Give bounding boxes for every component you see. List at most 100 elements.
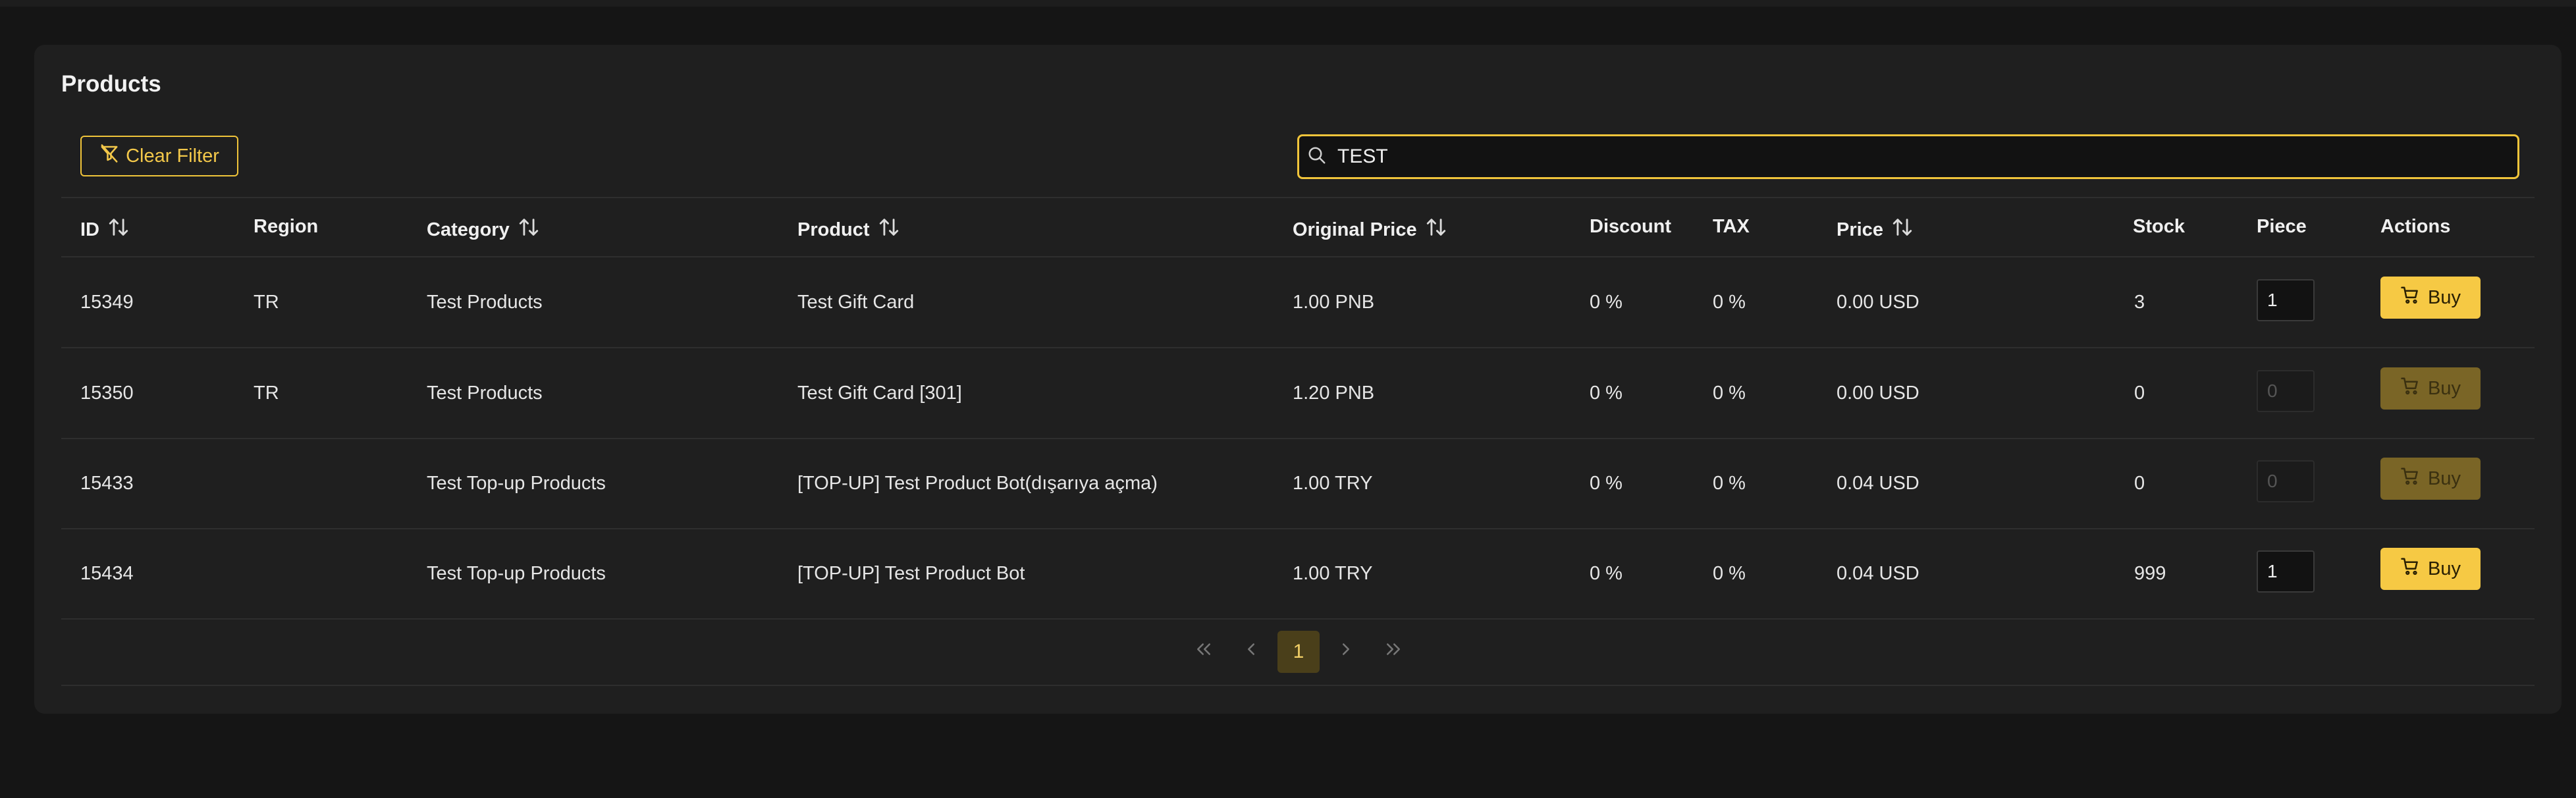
last-page-button[interactable] <box>1372 631 1414 673</box>
cell-stock: 0 <box>2134 383 2145 404</box>
products-panel: Products Clear Filter ID Region Category… <box>34 45 2562 714</box>
divider <box>61 197 2535 198</box>
cell-region: TR <box>254 383 279 404</box>
column-header-label: Category <box>427 219 510 240</box>
column-header-tax: TAX <box>1713 216 1750 238</box>
buy-button: Buy <box>2380 458 2481 500</box>
top-bar <box>0 0 2576 7</box>
cell-original-price: 1.00 TRY <box>1293 563 1373 584</box>
column-header-label: Actions <box>2380 216 2451 237</box>
column-header-actions: Actions <box>2380 216 2450 238</box>
cell-stock: 3 <box>2134 292 2145 313</box>
cell-id: 15433 <box>80 473 134 494</box>
column-header-discount: Discount <box>1590 216 1671 238</box>
cell-original-price: 1.00 PNB <box>1293 292 1375 313</box>
buy-button-label: Buy <box>2428 286 2461 308</box>
sort-arrows-icon[interactable] <box>107 216 130 244</box>
search-box[interactable] <box>1297 134 2519 179</box>
cell-id: 15349 <box>80 292 134 313</box>
double-chevron-right-icon <box>1383 639 1403 664</box>
cell-category: Test Products <box>427 383 543 404</box>
cell-region: TR <box>254 292 279 313</box>
cell-tax: 0 % <box>1713 383 1746 404</box>
piece-input <box>2257 370 2315 412</box>
column-header-stock: Stock <box>2133 216 2185 238</box>
buy-button-label: Buy <box>2428 377 2461 399</box>
cell-category: Test Products <box>427 292 543 313</box>
filter-slash-icon <box>99 144 119 169</box>
cart-icon <box>2400 376 2420 401</box>
cell-tax: 0 % <box>1713 563 1746 584</box>
piece-input[interactable] <box>2257 550 2315 593</box>
divider <box>61 685 2535 686</box>
double-chevron-left-icon <box>1194 639 1214 664</box>
first-page-button[interactable] <box>1183 631 1225 673</box>
cell-tax: 0 % <box>1713 292 1746 313</box>
piece-input <box>2257 460 2315 502</box>
column-header-region: Region <box>254 216 318 238</box>
cell-tax: 0 % <box>1713 473 1746 494</box>
cell-price: 0.00 USD <box>1837 383 1919 404</box>
page-button-current[interactable]: 1 <box>1277 631 1320 673</box>
cell-id: 15434 <box>80 563 134 584</box>
cell-discount: 0 % <box>1590 292 1623 313</box>
cell-stock: 0 <box>2134 473 2145 494</box>
column-header-label: TAX <box>1713 216 1750 237</box>
cart-icon <box>2400 556 2420 581</box>
column-header-label: Stock <box>2133 216 2185 237</box>
column-header-label: Region <box>254 216 319 237</box>
cell-price: 0.00 USD <box>1837 292 1919 313</box>
column-header-label: Piece <box>2257 216 2307 237</box>
clear-filter-label: Clear Filter <box>126 145 219 167</box>
divider <box>61 347 2535 348</box>
sort-arrows-icon[interactable] <box>878 216 900 244</box>
column-header-label: Discount <box>1590 216 1672 237</box>
divider <box>61 438 2535 439</box>
buy-button: Buy <box>2380 367 2481 410</box>
column-header-label: Product <box>797 219 870 240</box>
next-page-button[interactable] <box>1325 631 1367 673</box>
column-header-label: ID <box>80 219 99 240</box>
cart-icon <box>2400 466 2420 491</box>
search-input[interactable] <box>1336 145 2458 169</box>
column-header-label: Original Price <box>1293 219 1417 240</box>
cell-price: 0.04 USD <box>1837 473 1919 494</box>
prev-page-button[interactable] <box>1230 631 1272 673</box>
column-header-category[interactable]: Category <box>427 216 540 244</box>
divider <box>61 256 2535 257</box>
cell-original-price: 1.20 PNB <box>1293 383 1375 404</box>
column-header-original-price[interactable]: Original Price <box>1293 216 1447 244</box>
cell-discount: 0 % <box>1590 383 1623 404</box>
cell-discount: 0 % <box>1590 563 1623 584</box>
page-title: Products <box>61 71 161 97</box>
buy-button-label: Buy <box>2428 558 2461 579</box>
column-header-piece: Piece <box>2257 216 2307 238</box>
column-header-product[interactable]: Product <box>797 216 900 244</box>
cell-product: [TOP-UP] Test Product Bot(dışarıya açma) <box>797 473 1158 494</box>
cell-price: 0.04 USD <box>1837 563 1919 584</box>
sort-arrows-icon[interactable] <box>518 216 540 244</box>
piece-input[interactable] <box>2257 279 2315 321</box>
search-icon <box>1299 146 1336 169</box>
cell-stock: 999 <box>2134 563 2166 584</box>
column-header-price[interactable]: Price <box>1837 216 1914 244</box>
divider <box>61 618 2535 620</box>
cell-discount: 0 % <box>1590 473 1623 494</box>
column-header-id[interactable]: ID <box>80 216 130 244</box>
cell-category: Test Top-up Products <box>427 473 606 494</box>
cell-id: 15350 <box>80 383 134 404</box>
chevron-right-icon <box>1336 639 1356 664</box>
sort-arrows-icon[interactable] <box>1425 216 1447 244</box>
buy-button[interactable]: Buy <box>2380 277 2481 319</box>
column-header-label: Price <box>1837 219 1883 240</box>
cart-icon <box>2400 285 2420 310</box>
cell-original-price: 1.00 TRY <box>1293 473 1373 494</box>
chevron-left-icon <box>1241 639 1261 664</box>
buy-button-label: Buy <box>2428 467 2461 489</box>
sort-arrows-icon[interactable] <box>1891 216 1914 244</box>
cell-category: Test Top-up Products <box>427 563 606 584</box>
cell-product: Test Gift Card [301] <box>797 383 962 404</box>
divider <box>61 528 2535 529</box>
clear-filter-button[interactable]: Clear Filter <box>80 136 238 176</box>
buy-button[interactable]: Buy <box>2380 548 2481 590</box>
